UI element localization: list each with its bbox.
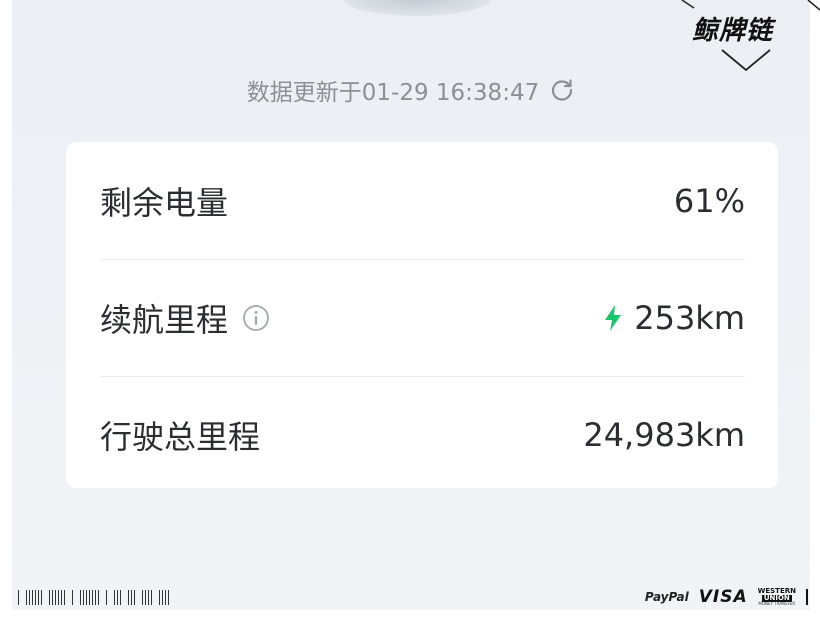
battery-value: 61%: [673, 181, 745, 220]
range-label-group: 续航里程: [100, 295, 270, 341]
watermark-logo: 鲸牌链: [692, 16, 774, 46]
western-union-logo: WESTERN UNION MONEY TRANSFER: [757, 587, 796, 606]
range-row: 续航里程 253km: [100, 259, 745, 376]
app-screen: 数据更新于01-29 16:38:47 剩余电量 61% 续航里程 253km …: [12, 0, 810, 610]
range-value-group: 253km: [602, 299, 745, 337]
info-icon[interactable]: [242, 304, 270, 332]
odometer-label: 行驶总里程: [100, 417, 261, 456]
paypal-logo: PayPal: [644, 590, 689, 604]
footer-bar: PayPal VISA WESTERN UNION MONEY TRANSFER: [18, 584, 808, 610]
range-label: 续航里程: [100, 300, 229, 339]
refresh-icon[interactable]: [549, 77, 575, 103]
update-timestamp: 数据更新于01-29 16:38:47: [246, 80, 540, 106]
battery-label: 剩余电量: [100, 183, 229, 222]
odometer-row: 行驶总里程 24,983km: [100, 376, 745, 493]
lightning-bolt-icon: [605, 304, 622, 331]
data-update-row: 数据更新于01-29 16:38:47: [12, 72, 810, 108]
range-value: 253km: [634, 298, 745, 337]
visa-logo: VISA: [698, 587, 748, 607]
footer-divider: [806, 589, 808, 605]
vehicle-image-edge: [342, 0, 492, 16]
barcode: [18, 589, 169, 605]
vehicle-stats-card: 剩余电量 61% 续航里程 253km 行驶总里程 24,983km: [66, 142, 778, 488]
odometer-value: 24,983km: [583, 415, 745, 454]
payment-logos: PayPal VISA WESTERN UNION MONEY TRANSFER: [645, 587, 808, 607]
battery-row: 剩余电量 61%: [100, 142, 745, 259]
